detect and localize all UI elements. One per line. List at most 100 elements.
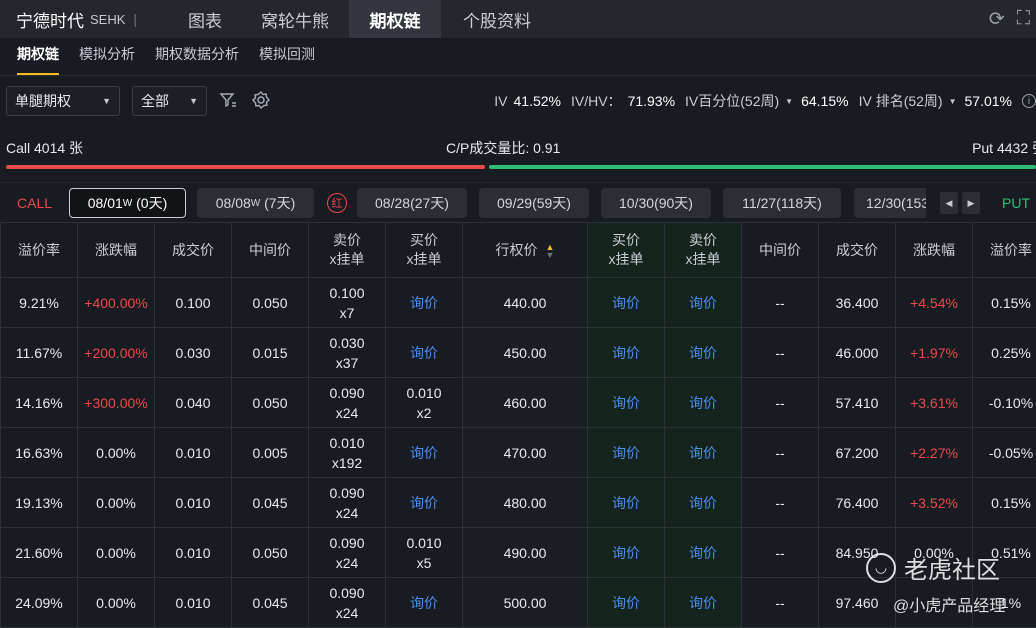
sort-icon[interactable]: ▲▼ [546, 243, 555, 259]
col-put-ask[interactable]: 卖价x挂单 [665, 223, 742, 278]
quote-link[interactable]: 询价 [410, 595, 438, 611]
expiry-chip[interactable]: 08/08W (7天) [197, 188, 314, 218]
col-strike[interactable]: 行权价▲▼ [463, 223, 588, 278]
caret-down-icon[interactable]: ▼ [949, 97, 957, 106]
quote-link[interactable]: 询价 [689, 295, 717, 311]
quote-link[interactable]: 询价 [689, 595, 717, 611]
table-row[interactable]: 19.13%0.00%0.0100.0450.090x24询价480.00询价询… [1, 478, 1036, 528]
put-volume: Put 4432 张 [972, 138, 1036, 158]
call-side-label: CALL [17, 195, 52, 211]
quote-link[interactable]: 询价 [410, 445, 438, 461]
subnav-option-data[interactable]: 期权数据分析 [155, 44, 239, 75]
quote-link[interactable]: 询价 [612, 345, 640, 361]
cell-call-ask: 0.030x37 [309, 328, 386, 378]
col-call-change[interactable]: 涨跌幅 [78, 223, 155, 278]
expiry-chip[interactable]: 12/30(153天) [854, 188, 926, 218]
table-row[interactable]: 16.63%0.00%0.0100.0050.010x192询价470.00询价… [1, 428, 1036, 478]
expiry-chip[interactable]: 08/01W (0天) [69, 188, 186, 218]
iv-percentile-label[interactable]: IV百分位(52周) [685, 91, 779, 111]
tab-option-chain[interactable]: 期权链 [349, 0, 441, 38]
col-put-change[interactable]: 涨跌幅 [896, 223, 973, 278]
col-put-premium[interactable]: 溢价率 [973, 223, 1036, 278]
table-row[interactable]: 24.09%0.00%0.0100.0450.090x24询价500.00询价询… [1, 578, 1036, 628]
cell-put-premium: -0.05% [973, 428, 1036, 478]
quote-link[interactable]: 询价 [689, 495, 717, 511]
col-call-ask[interactable]: 卖价x挂单 [309, 223, 386, 278]
iv-rank-label[interactable]: IV 排名(52周) [859, 91, 943, 111]
cell-call-change: +400.00% [78, 278, 155, 328]
quote-link[interactable]: 询价 [689, 395, 717, 411]
col-put-last[interactable]: 成交价 [819, 223, 896, 278]
col-call-premium[interactable]: 溢价率 [1, 223, 78, 278]
table-row[interactable]: 11.67%+200.00%0.0300.0150.030x37询价450.00… [1, 328, 1036, 378]
col-call-bid[interactable]: 买价x挂单 [386, 223, 463, 278]
caret-down-icon[interactable]: ▼ [785, 97, 793, 106]
col-put-bid[interactable]: 买价x挂单 [588, 223, 665, 278]
expiry-chip[interactable]: 09/29(59天) [479, 188, 589, 218]
cell-put-premium: 0.15% [973, 478, 1036, 528]
col-call-mid[interactable]: 中间价 [232, 223, 309, 278]
cell-strike: 450.00 [463, 328, 588, 378]
tab-profile[interactable]: 个股资料 [441, 0, 553, 38]
size-value: x24 [336, 555, 359, 571]
cell-put-bid: 询价 [588, 478, 665, 528]
chevron-down-icon: ▼ [189, 96, 198, 106]
price-value: 0.090 [329, 535, 364, 551]
title-separator: | [133, 11, 137, 27]
exchange-code: SEHK [90, 12, 125, 27]
scroll-left-icon[interactable]: ◀ [940, 192, 958, 214]
cell-put-premium: 0.51% [973, 528, 1036, 578]
scope-select[interactable]: 全部 ▼ [132, 86, 207, 116]
quote-link[interactable]: 询价 [689, 345, 717, 361]
quote-link[interactable]: 询价 [612, 595, 640, 611]
col-put-mid[interactable]: 中间价 [742, 223, 819, 278]
quote-link[interactable]: 询价 [410, 295, 438, 311]
iv-rank-value: 57.01% [965, 93, 1012, 109]
col-call-last[interactable]: 成交价 [155, 223, 232, 278]
table-row[interactable]: 9.21%+400.00%0.1000.0500.100x7询价440.00询价… [1, 278, 1036, 328]
cell-call-mid: 0.045 [232, 478, 309, 528]
cell-put-ask: 询价 [665, 378, 742, 428]
put-side-label: PUT [1002, 195, 1030, 211]
quote-link[interactable]: 询价 [612, 395, 640, 411]
scroll-right-icon[interactable]: ▶ [962, 192, 980, 214]
info-icon[interactable]: i [1022, 94, 1036, 108]
subnav-simulation[interactable]: 模拟分析 [79, 44, 135, 75]
tab-warrants[interactable]: 窝轮牛熊 [241, 0, 349, 38]
cell-put-last: 36.400 [819, 278, 896, 328]
table-row[interactable]: 14.16%+300.00%0.0400.0500.090x240.010x24… [1, 378, 1036, 428]
quote-link[interactable]: 询价 [612, 295, 640, 311]
quote-link[interactable]: 询价 [410, 495, 438, 511]
price-value: 0.100 [329, 285, 364, 301]
expiry-chip[interactable]: 10/30(90天) [601, 188, 711, 218]
expiry-chip[interactable]: 11/27(118天) [723, 188, 841, 218]
subnav-option-chain[interactable]: 期权链 [17, 44, 59, 75]
price-value: 0.090 [329, 585, 364, 601]
filter-icon[interactable] [219, 91, 237, 114]
table-row[interactable]: 21.60%0.00%0.0100.0500.090x240.010x5490.… [1, 528, 1036, 578]
quote-link[interactable]: 询价 [689, 445, 717, 461]
ivhv-value: 71.93% [628, 93, 675, 109]
strategy-select[interactable]: 单腿期权 ▼ [6, 86, 120, 116]
cell-put-ask: 询价 [665, 428, 742, 478]
call-volume: Call 4014 张 [6, 138, 83, 158]
subnav-backtest[interactable]: 模拟回测 [259, 44, 315, 75]
cell-call-premium: 14.16% [1, 378, 78, 428]
quote-link[interactable]: 询价 [612, 445, 640, 461]
cell-put-premium: 0.25% [973, 328, 1036, 378]
quote-link[interactable]: 询价 [612, 495, 640, 511]
quote-link[interactable]: 询价 [410, 345, 438, 361]
cell-put-last: 46.000 [819, 328, 896, 378]
cell-call-last: 0.030 [155, 328, 232, 378]
settings-icon[interactable] [251, 90, 271, 115]
tab-chart[interactable]: 图表 [169, 0, 241, 38]
refresh-icon[interactable]: ⟳ [989, 8, 1005, 31]
size-value: x2 [417, 405, 432, 421]
call-volume-bar [6, 165, 485, 169]
size-value: x24 [336, 405, 359, 421]
quote-link[interactable]: 询价 [612, 545, 640, 561]
expand-icon[interactable]: ⛶ [1017, 8, 1030, 30]
expiry-chip[interactable]: 08/28(27天) [357, 188, 467, 218]
cell-put-ask: 询价 [665, 578, 742, 628]
quote-link[interactable]: 询价 [689, 545, 717, 561]
